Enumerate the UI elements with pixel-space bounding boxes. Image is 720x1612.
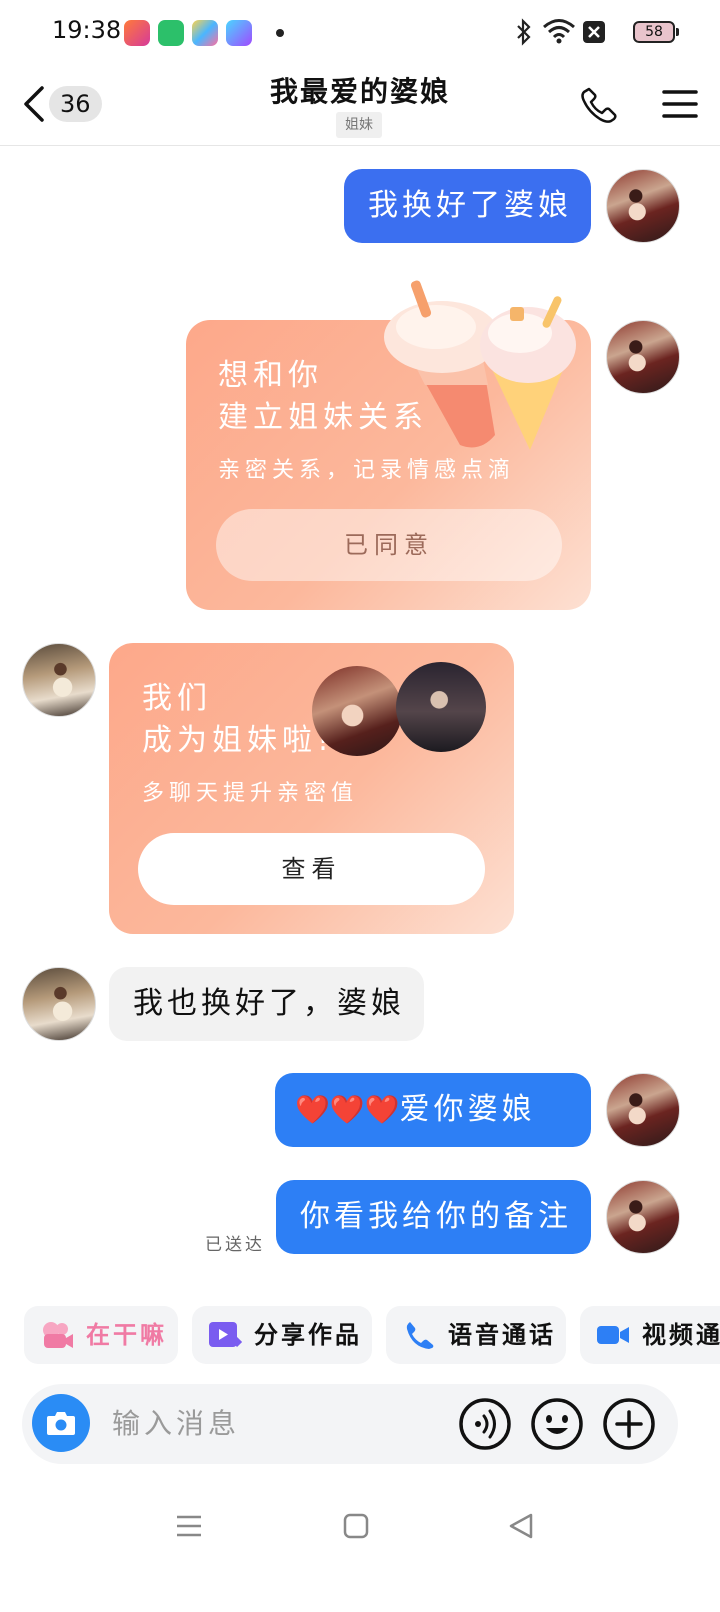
view-button[interactable]: 查看 [138, 833, 485, 905]
message-input[interactable]: 输入消息 [112, 1384, 240, 1464]
unread-count-badge[interactable]: 36 [49, 86, 102, 122]
voice-message-icon[interactable] [458, 1397, 512, 1451]
quick-action-voice-call[interactable]: 语音通话 [386, 1306, 566, 1364]
quick-action-label: 语音通话 [448, 1321, 556, 1349]
camera-icon [47, 1412, 75, 1435]
bluetooth-icon [517, 18, 531, 46]
emoji-icon[interactable] [530, 1397, 584, 1451]
wifi-icon [543, 19, 575, 44]
chat-header: 36 我最爱的婆娘 姐妹 [0, 64, 720, 146]
home-icon[interactable] [343, 1513, 369, 1539]
card-line-1: 想和你 [218, 358, 323, 393]
delivered-status: 已送达 [205, 1235, 265, 1255]
relationship-tag: 姐妹 [336, 112, 382, 138]
add-more-icon[interactable] [602, 1397, 656, 1451]
card-line-2: 成为姐妹啦! [142, 723, 335, 758]
friend-avatar[interactable] [22, 967, 96, 1041]
quick-action-video-call[interactable]: 视频通话 [580, 1306, 720, 1364]
message-text: 爱你婆娘 [399, 1092, 536, 1127]
menu-icon[interactable] [662, 89, 698, 119]
status-time: 19:38 [52, 16, 122, 44]
quick-action-share-works[interactable]: 分享作品 [192, 1306, 372, 1364]
message-text: 我换好了婆娘 [368, 188, 572, 223]
my-avatar-pair [312, 666, 402, 756]
phone-icon[interactable] [580, 86, 618, 124]
no-sim-icon [583, 21, 605, 43]
outgoing-message[interactable]: ❤️❤️❤️爱你婆娘 [275, 1073, 591, 1147]
incoming-message[interactable]: 我也换好了，婆娘 [109, 967, 424, 1041]
card-subtitle: 多聊天提升亲密值 [142, 781, 359, 806]
video-app-notification-icon [226, 20, 252, 46]
recents-icon[interactable] [176, 1513, 202, 1539]
my-avatar[interactable] [606, 320, 680, 394]
app-notification-icon [124, 20, 150, 46]
upload-notification-icon [158, 20, 184, 46]
friend-avatar[interactable] [22, 643, 96, 717]
battery-indicator: 58 [633, 21, 679, 43]
game-notification-icon [192, 20, 218, 46]
drinks-illustration [384, 280, 576, 450]
friend-avatar-pair [396, 662, 486, 752]
message-input-bar: 输入消息 [22, 1384, 678, 1464]
back-nav-icon[interactable] [508, 1513, 534, 1539]
status-bar: 19:38 58 [0, 0, 720, 64]
camera-doodle-icon [43, 1322, 73, 1348]
back-arrow-icon[interactable] [18, 84, 48, 124]
system-navigation-bar [0, 1480, 720, 1612]
camera-button[interactable] [32, 1394, 90, 1452]
my-avatar[interactable] [606, 169, 680, 243]
quick-action-what-doing[interactable]: 在干嘛 [24, 1306, 178, 1364]
phone-icon [406, 1322, 434, 1349]
quick-action-label: 分享作品 [254, 1321, 362, 1349]
heart-emojis: ❤️❤️❤️ [295, 1093, 400, 1126]
message-text: 我也换好了，婆娘 [133, 986, 405, 1021]
chat-screen: 19:38 58 36 我最爱的婆娘 姐妹 我换好了婆娘 想和你 建立姐妹关系 … [0, 0, 720, 1612]
my-avatar[interactable] [606, 1073, 680, 1147]
video-share-icon [209, 1322, 242, 1348]
outgoing-message[interactable]: 我换好了婆娘 [344, 169, 591, 243]
chat-title: 我最爱的婆娘 [269, 75, 450, 108]
video-camera-icon [597, 1326, 629, 1344]
more-notifications-dot [276, 29, 284, 37]
card-line-1: 我们 [142, 681, 212, 716]
message-text: 你看我给你的备注 [300, 1199, 572, 1234]
quick-action-label: 视频通话 [642, 1321, 720, 1349]
my-avatar[interactable] [606, 1180, 680, 1254]
agreed-button[interactable]: 已同意 [216, 509, 562, 581]
outgoing-message[interactable]: 你看我给你的备注 [276, 1180, 591, 1254]
quick-action-label: 在干嘛 [86, 1321, 167, 1349]
